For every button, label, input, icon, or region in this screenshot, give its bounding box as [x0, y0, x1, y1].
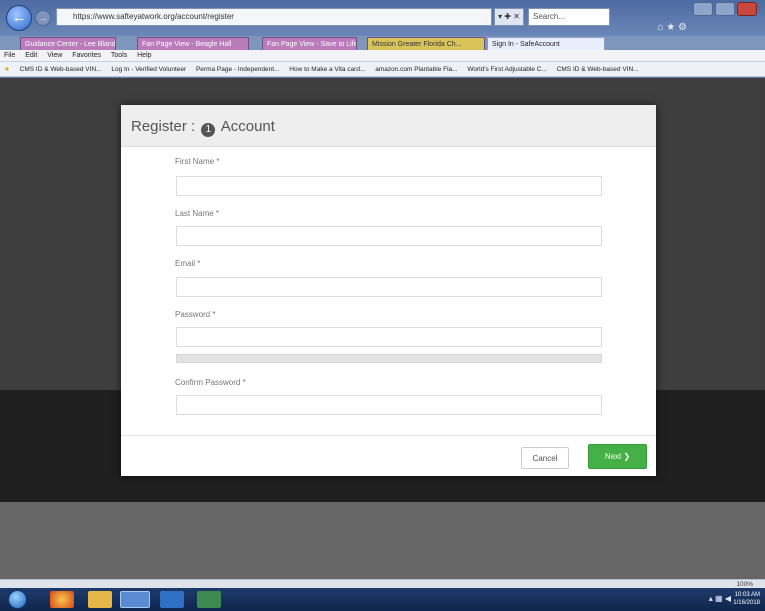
confirm-password-label: Confirm Password * — [175, 378, 246, 387]
address-controls[interactable]: ▾ ✚ ✕ — [494, 8, 524, 26]
password-strength-bar — [176, 354, 602, 363]
favorite-link[interactable]: amazon.com Plantable Fla... — [375, 66, 457, 73]
menu-edit[interactable]: Edit — [25, 52, 37, 59]
toolbar-icons[interactable]: ⌂ ★ ⚙ — [657, 22, 687, 33]
tray-arrow-icon[interactable]: ▴ — [709, 594, 713, 603]
confirm-password-field[interactable] — [176, 395, 602, 415]
email-field[interactable] — [176, 277, 602, 297]
menu-file[interactable]: File — [4, 52, 15, 59]
forward-arrow-icon[interactable]: → — [35, 10, 51, 26]
excel-app-icon[interactable] — [197, 591, 221, 608]
email-label: Email * — [175, 259, 201, 268]
modal-title-suffix: Account — [220, 118, 275, 135]
back-arrow-icon[interactable]: ← — [6, 5, 32, 31]
modal-footer — [121, 435, 656, 476]
menu-help[interactable]: Help — [137, 52, 151, 59]
internet-explorer-icon[interactable] — [120, 591, 150, 608]
menu-view[interactable]: View — [47, 52, 62, 59]
favorite-link[interactable]: CMS ID & Web-based VIN... — [557, 66, 639, 73]
tab-mission-florida[interactable]: Mission Greater Florida Ch... — [367, 37, 485, 50]
favorite-link[interactable]: CMS ID & Web-based VIN... — [20, 66, 102, 73]
favorite-link[interactable]: How to Make a Vita card... — [289, 66, 365, 73]
favorite-link[interactable]: Perma Page - Independent... — [196, 66, 279, 73]
close-window-button[interactable] — [737, 2, 757, 16]
browser-status-bar: 100% — [0, 579, 765, 588]
browser-chrome: ← → https://www.safteyatwork.org/account… — [0, 0, 765, 84]
browser-titlebar: ← → https://www.safteyatwork.org/account… — [0, 0, 765, 36]
menu-favorites[interactable]: Favorites — [72, 52, 101, 59]
password-label: Password * — [175, 310, 216, 319]
register-modal: Register : 1 Account First Name * Last N… — [121, 105, 656, 476]
file-explorer-icon[interactable] — [88, 591, 112, 608]
page-backdrop-band — [0, 502, 765, 579]
clock-time: 10:03 AM — [734, 592, 760, 598]
search-input[interactable]: Search... — [528, 8, 610, 26]
outlook-app-icon[interactable] — [160, 591, 184, 608]
account-number-icon: 1 — [201, 123, 216, 137]
chrome-app-icon[interactable] — [50, 591, 74, 608]
favorite-link[interactable]: World's First Adjustable C... — [467, 66, 547, 73]
tab-fan-page-beagle[interactable]: Fan Page View - Beagle Hall — [137, 37, 249, 50]
maximize-button[interactable] — [715, 2, 735, 16]
first-name-field[interactable] — [176, 176, 602, 196]
next-button[interactable]: Next ❯ — [588, 444, 647, 469]
favorites-bar: ★ CMS ID & Web-based VIN... Log In - Ver… — [0, 62, 765, 77]
tab-sign-in[interactable]: Sign In - SafeAccount — [487, 37, 605, 50]
tab-strip: Guidance Center - Lee Bland Fan Page Vie… — [0, 36, 765, 50]
system-clock[interactable]: 10:03 AM 1/16/2018 — [733, 591, 760, 607]
minimize-button[interactable] — [693, 2, 713, 16]
windows-taskbar: ▴ ▦ ◀ 10:03 AM 1/16/2018 — [0, 588, 765, 611]
modal-header: Register : 1 Account — [121, 105, 656, 147]
cancel-button[interactable]: Cancel — [521, 447, 569, 469]
clock-date: 1/16/2018 — [733, 600, 760, 606]
tab-guidance-center[interactable]: Guidance Center - Lee Bland — [20, 37, 116, 50]
password-field[interactable] — [176, 327, 602, 347]
favorite-link[interactable]: Log In - Verified Volunteer — [111, 66, 186, 73]
home-icon[interactable]: ⌂ — [657, 22, 663, 33]
system-tray[interactable]: ▴ ▦ ◀ — [709, 594, 731, 603]
last-name-label: Last Name * — [175, 209, 220, 218]
windows-start-icon[interactable] — [8, 590, 27, 609]
network-icon[interactable]: ▦ — [715, 594, 723, 603]
menu-tools[interactable]: Tools — [111, 52, 127, 59]
volume-icon[interactable]: ◀ — [725, 594, 731, 603]
modal-title-prefix: Register : — [131, 118, 196, 135]
last-name-field[interactable] — [176, 226, 602, 246]
gear-icon[interactable]: ⚙ — [678, 22, 687, 33]
tab-fan-page-save[interactable]: Fan Page View - Save to Life — [262, 37, 357, 50]
window-controls — [691, 2, 761, 18]
favorites-star-icon[interactable]: ★ — [4, 66, 10, 73]
favorites-star-icon[interactable]: ★ — [666, 22, 675, 33]
first-name-label: First Name * — [175, 157, 220, 166]
modal-title: Register : 1 Account — [131, 118, 275, 137]
address-bar[interactable]: https://www.safteyatwork.org/account/reg… — [56, 8, 492, 26]
menu-bar: File Edit View Favorites Tools Help — [0, 50, 765, 62]
